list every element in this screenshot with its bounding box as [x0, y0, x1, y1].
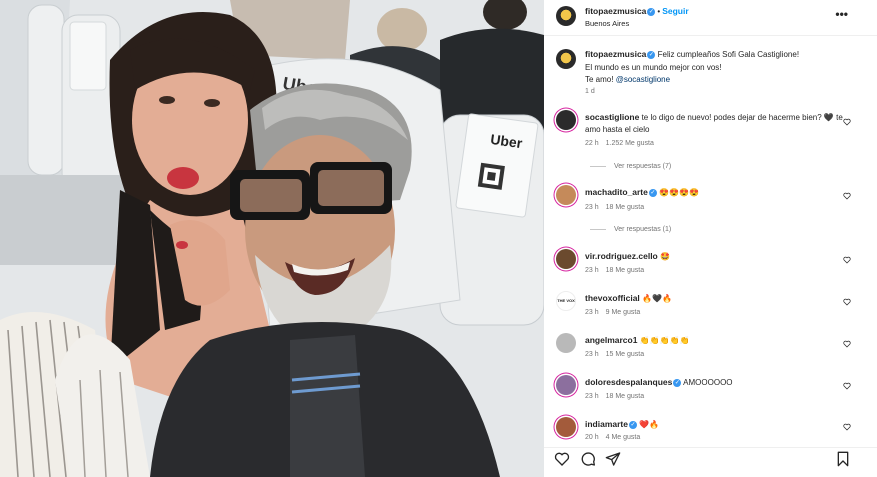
comment-text: 😍😍😍😍	[659, 188, 699, 197]
commenter-avatar[interactable]	[556, 333, 576, 353]
commenter-username[interactable]: angelmarco1	[585, 335, 637, 345]
comment-item: socastiglione te lo digo de nuevo! podes…	[544, 109, 877, 149]
comment-time: 23 h	[585, 267, 599, 274]
comment-likes[interactable]: 18 Me gusta	[606, 393, 645, 400]
comment-meta: 23 h 15 Me gusta	[585, 351, 651, 358]
caption-body: fitopaezmusica ✓ Feliz cumpleaños Sofi Ga…	[585, 48, 855, 87]
comment-text-block: machadito_arte ✓ 😍😍😍😍	[585, 187, 845, 199]
commenter-username[interactable]: machadito_arte	[585, 187, 648, 197]
caption-text-line1: Feliz cumpleaños Sofi Gala Castiglione!	[657, 50, 800, 59]
author-line: fitopaezmusica ✓ • Seguir	[585, 6, 689, 16]
caption-mention-link[interactable]: @socastiglione	[616, 75, 670, 84]
commenter-avatar[interactable]	[556, 249, 576, 269]
comment-text: AMOOOOOO	[683, 378, 733, 387]
commenter-avatar[interactable]	[556, 375, 576, 395]
verified-badge-icon: ✓	[629, 420, 637, 429]
comment-like-heart-icon[interactable]	[843, 382, 851, 390]
post-header: fitopaezmusica ✓ • Seguir Buenos Aires •••	[544, 0, 877, 36]
comment-likes[interactable]: 18 Me gusta	[606, 267, 645, 274]
post-photo[interactable]: Uber Uber	[0, 0, 544, 477]
commenter-avatar[interactable]	[556, 417, 576, 437]
comment-text-block: doloresdespalanques ✓ AMOOOOOO	[585, 377, 845, 389]
comment-text-block: indiamarte ✓ ❤️🔥	[585, 419, 845, 431]
comment-like-heart-icon[interactable]	[843, 340, 851, 348]
comment-item: doloresdespalanques ✓ AMOOOOOO 23 h 18 Me …	[544, 374, 877, 414]
verified-badge-icon: ✓	[673, 378, 682, 387]
comment-time: 23 h	[585, 204, 599, 211]
commenter-avatar[interactable]	[556, 110, 576, 130]
comment-text: 🤩	[659, 252, 670, 261]
comment-meta: 23 h 18 Me gusta	[585, 393, 651, 400]
comment-likes[interactable]: 1.252 Me gusta	[606, 140, 654, 147]
comment-meta: 23 h 9 Me gusta	[585, 309, 647, 316]
comment-like-heart-icon[interactable]	[843, 423, 851, 431]
bookmark-icon[interactable]	[835, 451, 851, 467]
comment-like-heart-icon[interactable]	[843, 118, 851, 126]
verified-badge-icon: ✓	[647, 7, 656, 16]
comment-text-block: socastiglione te lo digo de nuevo! podes…	[585, 112, 845, 135]
commenter-username[interactable]: socastiglione	[585, 112, 639, 122]
comment-time: 22 h	[585, 140, 599, 147]
comment-meta: 20 h 4 Me gusta	[585, 434, 647, 441]
comment-text-block: angelmarco1 👏👏👏👏👏	[585, 335, 845, 347]
caption-text-line3: Te amo!	[585, 75, 614, 84]
commenter-avatar[interactable]	[556, 185, 576, 205]
comment-likes[interactable]: 15 Me gusta	[606, 351, 645, 358]
commenter-username[interactable]: vir.rodriguez.cello	[585, 251, 658, 261]
commenter-username[interactable]: thevoxofficial	[585, 293, 640, 303]
view-replies-link[interactable]: Ver respuestas (1)	[590, 226, 671, 233]
comment-icon[interactable]	[580, 451, 596, 467]
caption-author-avatar[interactable]	[556, 49, 576, 69]
comment-time: 20 h	[585, 434, 599, 441]
caption-author-username[interactable]: fitopaezmusica	[585, 49, 646, 59]
comment-likes[interactable]: 9 Me gusta	[606, 309, 641, 316]
commenter-avatar[interactable]: THE VOX	[556, 291, 576, 311]
comment-like-heart-icon[interactable]	[843, 192, 851, 200]
post-action-bar	[544, 447, 877, 477]
comment-time: 23 h	[585, 351, 599, 358]
comment-item: THE VOX thevoxofficial 🔥🖤🔥 23 h 9 Me gust…	[544, 290, 877, 330]
comment-like-heart-icon[interactable]	[843, 298, 851, 306]
comment-item: angelmarco1 👏👏👏👏👏 23 h 15 Me gusta	[544, 332, 877, 372]
comment-meta: 22 h 1.252 Me gusta	[585, 140, 661, 147]
commenter-username[interactable]: doloresdespalanques	[585, 377, 672, 387]
comment-meta: 23 h 18 Me gusta	[585, 267, 651, 274]
follow-button[interactable]: Seguir	[662, 6, 688, 16]
comment-text: ❤️🔥	[639, 420, 660, 429]
comment-text: 👏👏👏👏👏	[639, 336, 690, 345]
commenter-username[interactable]: indiamarte	[585, 419, 628, 429]
comment-item: machadito_arte ✓ 😍😍😍😍 23 h 18 Me gusta	[544, 184, 877, 224]
comment-text-block: thevoxofficial 🔥🖤🔥	[585, 293, 845, 305]
comment-text: 🔥🖤🔥	[642, 294, 672, 303]
verified-badge-icon: ✓	[648, 188, 657, 197]
comment-likes[interactable]: 4 Me gusta	[606, 434, 641, 441]
view-replies-link[interactable]: Ver respuestas (7)	[590, 163, 671, 170]
caption-time: 1 d	[585, 88, 595, 95]
heart-icon[interactable]	[554, 451, 570, 467]
post-location[interactable]: Buenos Aires	[585, 19, 629, 28]
avatar-logo-text: THE VOX	[557, 298, 575, 303]
caption-text-line2: El mundo es un mundo mejor con vos!	[585, 62, 722, 72]
separator-dot: •	[657, 7, 661, 16]
comment-time: 23 h	[585, 393, 599, 400]
comment-meta: 23 h 18 Me gusta	[585, 204, 651, 211]
comment-time: 23 h	[585, 309, 599, 316]
more-options-icon[interactable]: •••	[835, 8, 848, 20]
comment-like-heart-icon[interactable]	[843, 256, 851, 264]
author-username[interactable]: fitopaezmusica	[585, 6, 646, 16]
comment-likes[interactable]: 18 Me gusta	[606, 204, 645, 211]
verified-badge-icon: ✓	[647, 50, 656, 59]
author-avatar[interactable]	[556, 6, 576, 26]
share-icon[interactable]	[605, 451, 621, 467]
comment-text-block: vir.rodriguez.cello 🤩	[585, 251, 845, 263]
post-photo-illustration: Uber Uber	[0, 0, 544, 477]
comment-item: vir.rodriguez.cello 🤩 23 h 18 Me gusta	[544, 248, 877, 288]
post-side-panel: fitopaezmusica ✓ • Seguir Buenos Aires ••• …	[544, 0, 877, 477]
